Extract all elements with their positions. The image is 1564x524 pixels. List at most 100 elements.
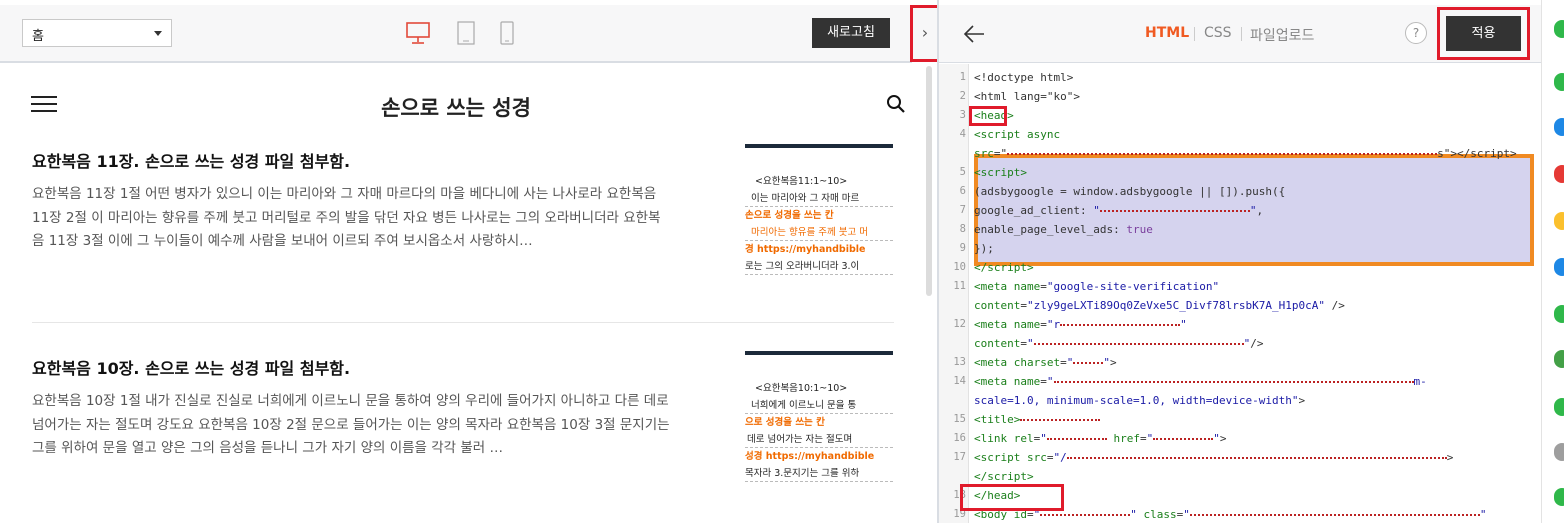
code-text[interactable]: <meta name=" m- bbox=[974, 372, 1427, 391]
code-line[interactable]: 13 <meta charset=" "> bbox=[939, 353, 1541, 372]
code-text[interactable]: google_ad_client: " ", bbox=[974, 201, 1263, 220]
code-text[interactable]: <script async bbox=[974, 125, 1060, 144]
code-line[interactable]: 9 }); bbox=[939, 239, 1541, 258]
code-text[interactable]: <meta charset=" "> bbox=[974, 353, 1117, 372]
app-icon[interactable] bbox=[1554, 20, 1564, 38]
thumb-text: 데로 넘어가는 자는 절도며 bbox=[745, 431, 893, 448]
editor-pane: HTML CSS 파일업로드 ? 적용 1 <!doctype html> 2 <ht… bbox=[939, 0, 1541, 523]
line-number: 12 bbox=[953, 318, 966, 330]
code-line[interactable]: content="zly9geLXTi89Oq0ZeVxe5C_Divf78lr… bbox=[939, 296, 1541, 315]
search-icon[interactable] bbox=[886, 94, 906, 114]
thumb-text: 성경 https://myhandbible bbox=[745, 451, 875, 462]
app-icon[interactable] bbox=[1554, 488, 1564, 506]
code-line[interactable]: 1 <!doctype html> bbox=[939, 68, 1541, 87]
post-thumbnail[interactable]: <요한복음10:1~10> 너희에게 이르노니 문을 통 으로 성경을 쓰는 칸… bbox=[745, 351, 893, 499]
line-number: 17 bbox=[953, 451, 966, 463]
code-line[interactable]: 15 <title> bbox=[939, 410, 1541, 429]
app-icon[interactable] bbox=[1554, 212, 1564, 230]
code-text[interactable]: <script src="/> bbox=[974, 448, 1453, 467]
code-line[interactable]: 4 <script async bbox=[939, 125, 1541, 144]
toggle-panel-button[interactable]: › bbox=[910, 5, 940, 62]
scrollbar[interactable] bbox=[926, 66, 932, 296]
code-text[interactable]: <script> bbox=[974, 163, 1027, 182]
tab-separator bbox=[1194, 27, 1195, 41]
code-text[interactable]: <link rel=" href=" "> bbox=[974, 429, 1227, 448]
code-line[interactable]: scale=1.0, minimum-scale=1.0, width=devi… bbox=[939, 391, 1541, 410]
code-text[interactable]: (adsbygoogle = window.adsbygoogle || [])… bbox=[974, 182, 1285, 201]
code-line[interactable]: 12 <meta name="r " bbox=[939, 315, 1541, 334]
page-select[interactable]: 홈 bbox=[22, 19, 172, 47]
app-icon[interactable] bbox=[1554, 258, 1564, 276]
app-icon[interactable] bbox=[1554, 165, 1564, 183]
code-text[interactable]: }); bbox=[974, 239, 994, 258]
line-number: 11 bbox=[953, 280, 966, 292]
app-icon[interactable] bbox=[1554, 398, 1564, 416]
tab-css[interactable]: CSS bbox=[1204, 25, 1232, 41]
code-text[interactable]: <title> bbox=[974, 410, 1101, 429]
code-line[interactable]: 8 enable_page_level_ads: true bbox=[939, 220, 1541, 239]
divider bbox=[32, 322, 894, 323]
thumb-text: 이는 마리아와 그 자매 마르 bbox=[745, 190, 893, 207]
tab-html[interactable]: HTML bbox=[1145, 25, 1189, 41]
code-line[interactable]: 7 google_ad_client: " ", bbox=[939, 201, 1541, 220]
line-number: 9 bbox=[959, 242, 966, 254]
help-button[interactable]: ? bbox=[1405, 22, 1427, 44]
apply-button[interactable]: 적용 bbox=[1446, 16, 1521, 51]
code-line[interactable]: 11 <meta name="google-site-verification" bbox=[939, 277, 1541, 296]
code-text[interactable]: <html lang="ko"> bbox=[974, 87, 1080, 106]
code-line[interactable]: 5 <script> bbox=[939, 163, 1541, 182]
thumb-text: <요한복음11:1~10> bbox=[755, 176, 848, 187]
app-icon[interactable] bbox=[1554, 305, 1564, 323]
code-text[interactable]: <!doctype html> bbox=[974, 68, 1073, 87]
desktop-icon[interactable] bbox=[406, 22, 430, 44]
line-number: 2 bbox=[959, 90, 966, 102]
tablet-icon[interactable] bbox=[457, 21, 475, 45]
tab-file-upload[interactable]: 파일업로드 bbox=[1250, 25, 1314, 45]
page-select-value: 홈 bbox=[32, 29, 44, 44]
preview-toolbar: 홈 새로고침 bbox=[0, 5, 912, 63]
thumb-text: 경 https://myhandbible bbox=[745, 244, 866, 255]
post-item[interactable]: 요한복음 11장. 손으로 쓰는 성경 파일 첨부함. 요한복음 11장 1절 … bbox=[32, 144, 894, 292]
post-excerpt: 요한복음 10장 1절 내가 진실로 진실로 너희에게 이르노니 문을 통하여 … bbox=[32, 393, 670, 456]
code-editor[interactable]: 1 <!doctype html> 2 <html lang="ko"> 3 <head>… bbox=[939, 64, 1541, 523]
code-line[interactable]: content=" "/> bbox=[939, 334, 1541, 353]
refresh-button[interactable]: 새로고침 bbox=[812, 18, 890, 48]
app-icon[interactable] bbox=[1554, 443, 1564, 461]
thumb-text: 너희에게 이르노니 문을 통 bbox=[745, 397, 893, 414]
editor-toolbar: HTML CSS 파일업로드 ? 적용 bbox=[939, 5, 1541, 63]
code-line[interactable]: src=" s"></script> bbox=[939, 144, 1541, 163]
code-text[interactable]: src=" s"></script> bbox=[974, 144, 1517, 163]
code-text[interactable]: scale=1.0, minimum-scale=1.0, width=devi… bbox=[974, 391, 1305, 410]
line-number: 6 bbox=[959, 185, 966, 197]
line-number: 16 bbox=[953, 432, 966, 444]
tab-separator bbox=[1241, 27, 1242, 41]
code-text[interactable]: enable_page_level_ads: true bbox=[974, 220, 1153, 239]
code-text[interactable]: <meta name="google-site-verification" bbox=[974, 277, 1219, 296]
code-line[interactable]: 6 (adsbygoogle = window.adsbygoogle || [… bbox=[939, 182, 1541, 201]
blog-header: 손으로 쓰는 성경 bbox=[0, 64, 912, 144]
side-strip bbox=[1541, 0, 1564, 523]
thumb-text: <요한복음10:1~10> bbox=[755, 383, 848, 394]
post-thumbnail[interactable]: <요한복음11:1~10> 이는 마리아와 그 자매 마르 손으로 성경을 쓰는… bbox=[745, 144, 893, 292]
code-text[interactable]: content="zly9geLXTi89Oq0ZeVxe5C_Divf78lr… bbox=[974, 296, 1345, 315]
code-line[interactable]: 16 <link rel=" href=" "> bbox=[939, 429, 1541, 448]
post-item[interactable]: 요한복음 10장. 손으로 쓰는 성경 파일 첨부함. 요한복음 10장 1절 … bbox=[32, 351, 894, 499]
app-icon[interactable] bbox=[1554, 73, 1564, 91]
back-arrow-icon[interactable] bbox=[963, 23, 985, 45]
mobile-icon[interactable] bbox=[500, 21, 514, 45]
line-number: 14 bbox=[953, 375, 966, 387]
blog-title[interactable]: 손으로 쓰는 성경 bbox=[0, 92, 912, 122]
line-number: 15 bbox=[953, 413, 966, 425]
code-line[interactable]: 17 <script src="/> bbox=[939, 448, 1541, 467]
preview-pane: 홈 새로고침 손으로 쓰는 성경 요한복음 11장. 손으로 쓰는 성경 파일 … bbox=[0, 0, 932, 523]
code-line[interactable]: 2 <html lang="ko"> bbox=[939, 87, 1541, 106]
code-text[interactable]: </script> bbox=[974, 258, 1034, 277]
post-excerpt: 요한복음 11장 1절 어떤 병자가 있으니 이는 마리아와 그 자매 마르다의… bbox=[32, 186, 661, 249]
code-text[interactable]: content=" "/> bbox=[974, 334, 1263, 353]
code-line[interactable]: 14 <meta name=" m- bbox=[939, 372, 1541, 391]
code-text[interactable]: <meta name="r " bbox=[974, 315, 1187, 334]
app-icon[interactable] bbox=[1554, 350, 1564, 368]
code-line[interactable]: 3 <head> bbox=[939, 106, 1541, 125]
app-icon[interactable] bbox=[1554, 118, 1564, 136]
code-line[interactable]: 10 </script> bbox=[939, 258, 1541, 277]
